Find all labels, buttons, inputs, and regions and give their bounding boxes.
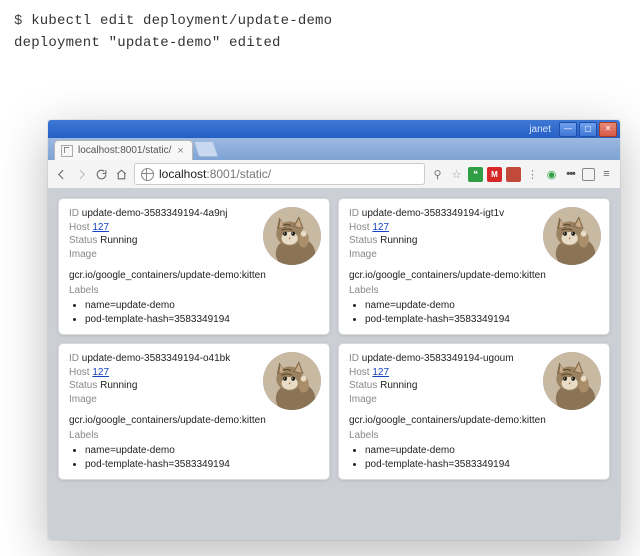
- pod-idrow-label: ID: [69, 353, 82, 364]
- pod-idrow-label: ID: [349, 353, 362, 364]
- window-close-button[interactable]: ✕: [599, 122, 617, 137]
- pod-image-label: Image: [69, 394, 97, 405]
- extension-icons: ⚲ ☆ ❝ M ⋮ ◉ ••• ≡: [430, 167, 614, 182]
- pod-host-label: Host: [69, 367, 92, 378]
- gmail-ext-icon[interactable]: M: [487, 167, 502, 182]
- pod-image-kitten: [263, 352, 321, 410]
- tab-close-icon[interactable]: ×: [171, 145, 183, 157]
- site-identity-icon: [141, 168, 154, 181]
- pod-status-value: Running: [100, 380, 137, 391]
- url-host: localhost: [159, 167, 206, 181]
- pod-image-kitten: [543, 207, 601, 265]
- pod-id-value: update-demo-3583349194-ugoum: [362, 353, 514, 364]
- terminal-block: $ kubectl edit deployment/update-demo de…: [0, 0, 640, 55]
- pod-labels-list: name=update-demopod-template-hash=358334…: [365, 444, 599, 471]
- nav-back-button[interactable]: [54, 167, 69, 182]
- pod-label-item: pod-template-hash=3583349194: [85, 458, 319, 472]
- pod-image-label: Image: [349, 394, 377, 405]
- pod-image-label: Image: [349, 249, 377, 260]
- pod-host-link[interactable]: 127: [92, 367, 109, 378]
- red-ext-icon[interactable]: [506, 167, 521, 182]
- terminal-command: kubectl edit deployment/update-demo: [31, 13, 332, 29]
- pod-status-label: Status: [349, 235, 380, 246]
- pod-label-item: pod-template-hash=3583349194: [365, 313, 599, 327]
- pod-label-item: name=update-demo: [365, 444, 599, 458]
- new-tab-button[interactable]: [193, 141, 218, 157]
- pod-image-path: gcr.io/google_containers/update-demo:kit…: [69, 414, 319, 428]
- pod-host-link[interactable]: 127: [372, 367, 389, 378]
- nav-forward-button[interactable]: [74, 167, 89, 182]
- pod-image-kitten: [263, 207, 321, 265]
- pod-host-value: 127: [372, 222, 389, 233]
- pod-labels-list: name=update-demopod-template-hash=358334…: [85, 444, 319, 471]
- pod-image-kitten: [543, 352, 601, 410]
- nav-home-button[interactable]: [114, 167, 129, 182]
- tab-title: localhost:8001/static/: [78, 145, 171, 156]
- terminal-prompt: $: [14, 13, 31, 29]
- pod-status-value: Running: [380, 235, 417, 246]
- pod-labels-label: Labels: [69, 429, 319, 443]
- pod-idrow-label: ID: [69, 208, 82, 219]
- window-username: janet: [529, 124, 551, 135]
- pod-status-label: Status: [349, 380, 380, 391]
- divider-ext-icon: ⋮: [525, 167, 540, 182]
- pod-host-value: 127: [92, 367, 109, 378]
- pod-host-value: 127: [372, 367, 389, 378]
- pod-label-item: pod-template-hash=3583349194: [85, 313, 319, 327]
- url-path: :8001/static/: [206, 167, 271, 181]
- browser-window: janet — ▢ ✕ localhost:8001/static/ × loc…: [48, 120, 620, 540]
- pod-card: ID update-demo-3583349194-4a9nj Host 127 S…: [58, 198, 330, 335]
- chrome-menu-icon[interactable]: ≡: [599, 167, 614, 182]
- omnibox[interactable]: localhost:8001/static/: [134, 163, 425, 185]
- pod-idrow-label: ID: [349, 208, 362, 219]
- terminal-command-line: $ kubectl edit deployment/update-demo: [14, 10, 626, 32]
- browser-tab[interactable]: localhost:8001/static/ ×: [54, 140, 193, 160]
- pod-card: ID update-demo-3583349194-igt1v Host 127 S…: [338, 198, 610, 335]
- pod-card: ID update-demo-3583349194-o41bk Host 127 S…: [58, 343, 330, 480]
- page-viewport[interactable]: ID update-demo-3583349194-4a9nj Host 127 S…: [48, 188, 620, 540]
- pod-status-value: Running: [100, 235, 137, 246]
- pod-host-link[interactable]: 127: [92, 222, 109, 233]
- pod-host-value: 127: [92, 222, 109, 233]
- pod-host-label: Host: [69, 222, 92, 233]
- pod-image-label: Image: [69, 249, 97, 260]
- pod-status-label: Status: [69, 235, 100, 246]
- window-titlebar: janet — ▢ ✕: [48, 120, 620, 138]
- pod-host-label: Host: [349, 367, 372, 378]
- pod-labels-label: Labels: [349, 284, 599, 298]
- pod-label-item: name=update-demo: [365, 299, 599, 313]
- pod-label-item: pod-template-hash=3583349194: [365, 458, 599, 472]
- pod-id-value: update-demo-3583349194-4a9nj: [82, 208, 228, 219]
- window-maximize-button[interactable]: ▢: [579, 122, 597, 137]
- pod-labels-list: name=update-demopod-template-hash=358334…: [85, 299, 319, 326]
- devtools-ext-icon[interactable]: [582, 168, 595, 181]
- pod-label-item: name=update-demo: [85, 299, 319, 313]
- pod-labels-label: Labels: [349, 429, 599, 443]
- pod-id-value: update-demo-3583349194-igt1v: [362, 208, 504, 219]
- green-dot-ext-icon[interactable]: ◉: [544, 167, 559, 182]
- tab-favicon-icon: [61, 145, 73, 157]
- browser-toolbar: localhost:8001/static/ ⚲ ☆ ❝ M ⋮ ◉ ••• ≡: [48, 160, 620, 189]
- pod-grid: ID update-demo-3583349194-4a9nj Host 127 S…: [48, 188, 620, 490]
- pod-image-path: gcr.io/google_containers/update-demo:kit…: [349, 414, 599, 428]
- pod-status-label: Status: [69, 380, 100, 391]
- window-minimize-button[interactable]: —: [559, 122, 577, 137]
- pod-image-path: gcr.io/google_containers/update-demo:kit…: [69, 269, 319, 283]
- more-ext-icon[interactable]: •••: [563, 167, 578, 182]
- pod-host-label: Host: [349, 222, 372, 233]
- browser-tabstrip: localhost:8001/static/ ×: [48, 138, 620, 160]
- pod-card: ID update-demo-3583349194-ugoum Host 127 S…: [338, 343, 610, 480]
- nav-reload-button[interactable]: [94, 167, 109, 182]
- pod-host-link[interactable]: 127: [372, 222, 389, 233]
- pod-status-value: Running: [380, 380, 417, 391]
- hangouts-ext-icon[interactable]: ❝: [468, 167, 483, 182]
- search-icon[interactable]: ⚲: [430, 167, 445, 182]
- pod-id-value: update-demo-3583349194-o41bk: [82, 353, 230, 364]
- star-bookmark-icon[interactable]: ☆: [449, 167, 464, 182]
- pod-label-item: name=update-demo: [85, 444, 319, 458]
- pod-image-path: gcr.io/google_containers/update-demo:kit…: [349, 269, 599, 283]
- pod-labels-label: Labels: [69, 284, 319, 298]
- pod-labels-list: name=update-demopod-template-hash=358334…: [365, 299, 599, 326]
- terminal-output: deployment "update-demo" edited: [14, 32, 626, 54]
